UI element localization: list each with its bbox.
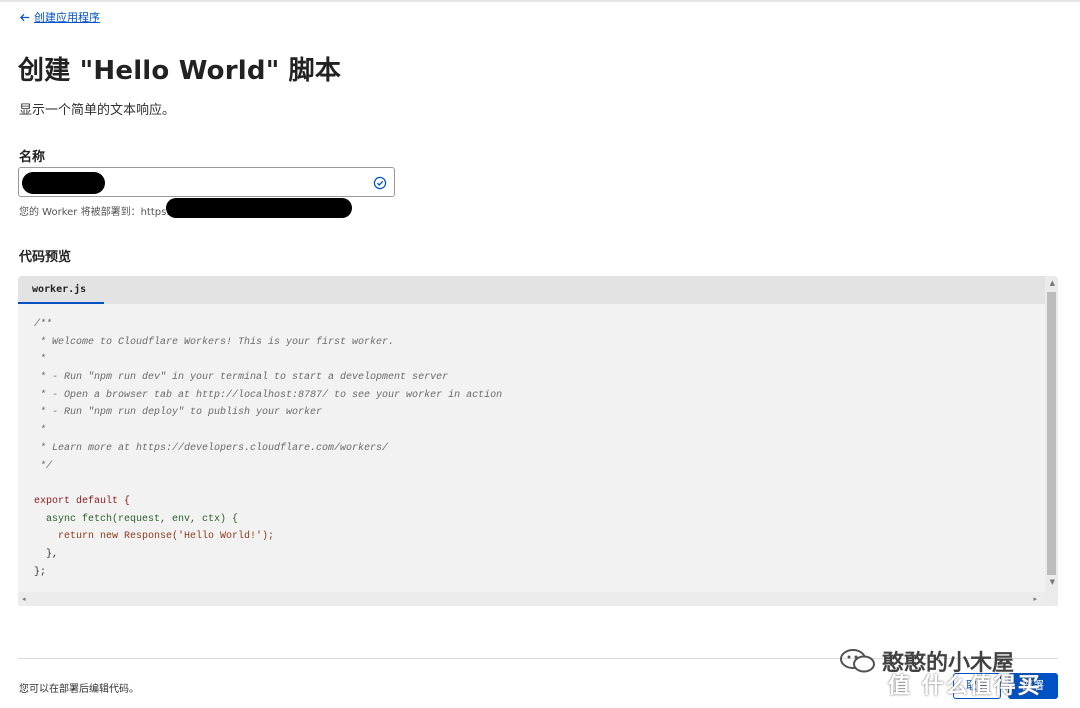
page-title: 创建 "Hello World" 脚本	[18, 56, 342, 86]
tab-worker-js[interactable]: worker.js	[18, 276, 104, 304]
scroll-down-icon[interactable]: ▼	[1050, 578, 1055, 586]
top-border	[0, 0, 1080, 2]
deploy-url-note: 您的 Worker 将被部署到：https://	[19, 207, 177, 218]
name-input[interactable]	[18, 167, 395, 197]
scroll-left-icon[interactable]: ◂	[22, 595, 26, 603]
arrow-left-icon	[19, 13, 30, 21]
scroll-right-icon[interactable]: ▸	[1033, 595, 1037, 603]
code-line: /**	[34, 319, 53, 330]
back-link[interactable]: 创建应用程序	[19, 9, 100, 25]
code-line: };	[34, 566, 47, 578]
scrollbar-thumb[interactable]	[1047, 292, 1056, 575]
back-link-label[interactable]: 创建应用程序	[34, 9, 100, 25]
code-line: *	[34, 425, 47, 437]
redaction-mark	[166, 198, 352, 218]
code-line: async fetch(request, env, ctx) {	[34, 513, 239, 525]
redaction-mark	[22, 172, 105, 194]
check-circle-icon	[373, 176, 387, 190]
name-field-label: 名称	[19, 150, 46, 165]
code-line: * - Open a browser tab at http://localho…	[34, 389, 503, 401]
editor-tab-bar: worker.js	[18, 276, 1058, 304]
code-line: return new Response('Hello World!');	[34, 531, 275, 543]
code-editor[interactable]: worker.js /** * Welcome to Cloudflare Wo…	[18, 276, 1058, 606]
footer-note: 您可以在部署后编辑代码。	[19, 684, 139, 695]
code-line: *	[34, 354, 47, 366]
tab-label: worker.js	[32, 284, 87, 295]
code-line: export default {	[34, 495, 131, 507]
wechat-logo-icon	[840, 649, 875, 673]
code-content[interactable]: /** * Welcome to Cloudflare Workers! Thi…	[34, 316, 502, 581]
horizontal-scrollbar[interactable]: ◂ ▸	[18, 592, 1045, 606]
code-line: */	[34, 460, 53, 472]
code-preview-label: 代码预览	[19, 250, 72, 265]
code-line: * - Run "npm run dev" in your terminal t…	[34, 372, 449, 384]
code-line: },	[34, 548, 59, 560]
scroll-up-icon[interactable]: ▲	[1050, 279, 1055, 287]
code-line: * Welcome to Cloudflare Workers! This is…	[34, 336, 395, 348]
code-line: * - Run "npm run deploy" to publish your…	[34, 407, 323, 419]
page-subtitle: 显示一个简单的文本响应。	[19, 103, 176, 118]
vertical-scrollbar[interactable]: ▲ ▼	[1045, 276, 1058, 606]
code-line: * Learn more at https://developers.cloud…	[34, 442, 389, 454]
site-watermark: 值 什么值得买	[888, 674, 1042, 699]
